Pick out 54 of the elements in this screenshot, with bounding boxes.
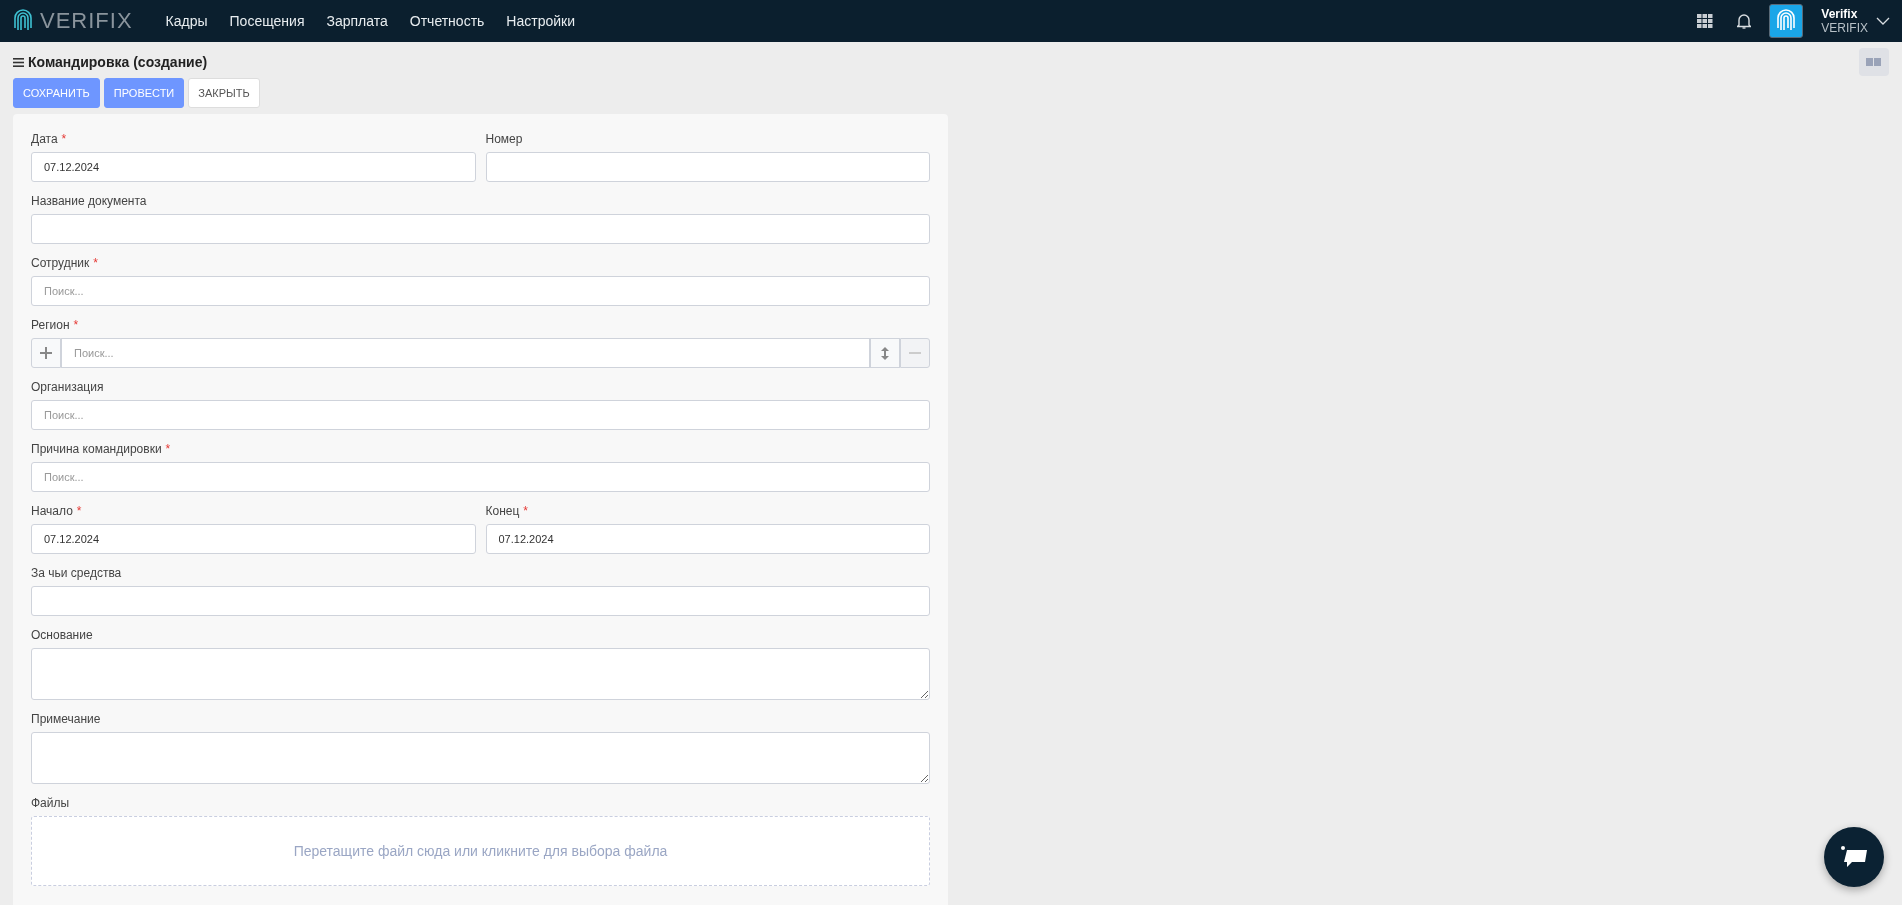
input-field[interactable] [485, 152, 930, 182]
toolbar-button[interactable]: ЗАКРЫТЬ [188, 78, 260, 108]
expand-button[interactable] [870, 338, 900, 368]
translate-button[interactable] [1859, 48, 1889, 76]
field-label: Конец [485, 504, 520, 519]
nav-link[interactable]: Отчетность [398, 13, 496, 29]
chevron-down-icon[interactable] [1876, 17, 1890, 25]
chat-button[interactable] [1824, 827, 1884, 887]
input-field[interactable]: Поиск... [31, 400, 930, 430]
nav-link[interactable]: Зарплата [315, 13, 399, 29]
field-label: Регион [31, 318, 70, 333]
bell-icon[interactable] [1737, 13, 1752, 29]
plus-icon [40, 347, 52, 359]
required-mark: * [73, 318, 79, 332]
input-field[interactable] [31, 214, 930, 244]
input-field[interactable]: Поиск... [31, 276, 930, 306]
page-title: Командировка (создание) [28, 54, 208, 70]
field-label: Примечание [31, 712, 101, 727]
add-button[interactable] [31, 338, 61, 368]
user-name: Verifix [1821, 7, 1859, 21]
nav-link[interactable]: Настройки [495, 13, 586, 29]
input-field[interactable]: Поиск... [61, 338, 870, 368]
company-name: VERIFIX [1821, 21, 1868, 35]
grid-icon[interactable] [1697, 14, 1714, 28]
input-field[interactable]: 07.12.2024 [485, 524, 930, 554]
nav-link[interactable]: Кадры [154, 13, 219, 29]
dropzone-hint: Перетащите файл сюда или кликните для выбора файла [293, 843, 668, 859]
input-field[interactable] [31, 586, 930, 616]
required-mark: * [76, 504, 82, 518]
fingerprint-button[interactable] [1769, 4, 1804, 38]
field-label: Сотрудник [31, 256, 90, 271]
vertical-arrows-icon [881, 346, 889, 360]
field-label: Причина командировки [31, 442, 162, 457]
input-field[interactable]: 07.12.2024 [31, 152, 476, 182]
input-field[interactable]: 07.12.2024 [31, 524, 476, 554]
required-mark: * [93, 256, 98, 270]
field-label: Номер [485, 132, 523, 147]
field-label: Основание [31, 628, 93, 643]
required-mark: * [523, 504, 528, 518]
field-label: Начало [31, 504, 73, 519]
logo-text: VERIFIX [40, 8, 133, 34]
field-label: Файлы [31, 796, 70, 811]
menu-icon[interactable] [13, 57, 24, 67]
required-mark: * [61, 132, 67, 146]
chat-icon [1840, 845, 1868, 869]
nav-link[interactable]: Посещения [218, 13, 316, 29]
translate-icon [1866, 58, 1882, 66]
field-label: За чьи средства [31, 566, 122, 581]
input-field[interactable]: Поиск... [31, 462, 930, 492]
required-mark: * [165, 442, 171, 456]
minus-icon [909, 352, 921, 354]
field-label: Дата [31, 132, 58, 147]
field-label: Название документа [31, 194, 147, 209]
field-label: Организация [31, 380, 104, 395]
